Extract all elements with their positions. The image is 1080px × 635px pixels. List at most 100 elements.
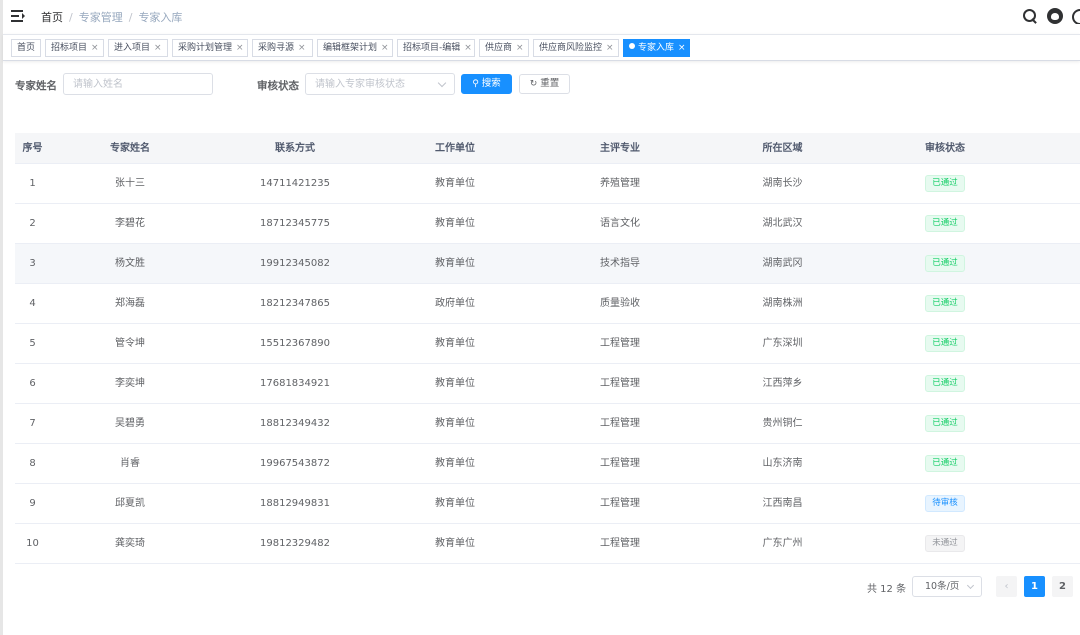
expert-name-cell: 杨文胜 [115, 258, 145, 269]
breadcrumb-home[interactable]: 首页 [41, 9, 63, 25]
hamburger-icon[interactable] [11, 10, 25, 22]
active-dot-icon [629, 43, 635, 49]
page-1-button[interactable]: 1 [1024, 576, 1045, 597]
breadcrumb: 首页 / 专家管理 / 专家入库 [41, 9, 182, 25]
close-icon[interactable]: × [516, 43, 524, 53]
tag-edit-framework-plan[interactable]: 编辑框架计划 × [317, 39, 393, 57]
region-cell: 江西南昌 [762, 498, 803, 509]
breadcrumb-expert-management[interactable]: 专家管理 [79, 9, 123, 25]
table-row[interactable]: 3 杨文胜 19912345082 教育单位 技术指导 湖南武冈 已通过 [15, 244, 1080, 284]
page-size-select[interactable]: 10条/页 [912, 576, 982, 597]
prev-page-button[interactable]: ‹ [996, 576, 1017, 597]
tag-supplier-risk[interactable]: 供应商风险监控 × [533, 39, 619, 57]
navbar: 首页 / 专家管理 / 专家入库 [3, 0, 1080, 34]
table-row[interactable]: 10 龚奕琦 19812329482 教育单位 工程管理 广东广州 未通过 [15, 524, 1080, 564]
col-header-name: 专家姓名 [110, 143, 150, 154]
expert-table: 序号 专家姓名 联系方式 工作单位 主评专业 所在区域 审核状态 1 张十三 147… [15, 133, 1080, 564]
expert-name-cell: 邱夏凯 [115, 498, 145, 509]
row-index-cell: 4 [29, 298, 36, 309]
close-icon[interactable]: × [154, 43, 162, 53]
row-index-cell: 10 [26, 538, 39, 549]
work-unit-cell: 教育单位 [435, 258, 475, 269]
status-cell: 已通过 [895, 164, 995, 204]
review-status-select[interactable] [305, 73, 455, 95]
tag-tender-project-edit[interactable]: 招标项目-编辑 × [397, 39, 475, 57]
status-badge: 待审核 [925, 494, 965, 512]
page-2-button[interactable]: 2 [1052, 576, 1073, 597]
table-body: 1 张十三 14711421235 教育单位 养殖管理 湖南长沙 已通过 2 李碧花 187123… [15, 164, 1080, 564]
tag-tender-project[interactable]: 招标项目 × [45, 39, 104, 57]
row-index-cell: 1 [29, 178, 36, 189]
major-cell: 工程管理 [600, 458, 640, 469]
breadcrumb-separator: / [128, 10, 133, 24]
table-row[interactable]: 1 张十三 14711421235 教育单位 养殖管理 湖南长沙 已通过 [15, 164, 1080, 204]
search-icon[interactable] [1022, 8, 1038, 24]
github-icon[interactable] [1047, 8, 1063, 24]
status-badge: 已通过 [925, 214, 965, 232]
table-row[interactable]: 4 郑海磊 18212347865 政府单位 质量验收 湖南株洲 已通过 [15, 284, 1080, 324]
phone-number-cell: 19967543872 [260, 458, 330, 469]
close-icon[interactable]: × [606, 43, 614, 53]
pagination: 共 12 条 10条/页 ‹ 1 2 [0, 576, 1080, 598]
table-header: 序号 专家姓名 联系方式 工作单位 主评专业 所在区域 审核状态 [15, 133, 1080, 164]
phone-number-cell: 15512367890 [260, 338, 330, 349]
region-cell: 广东深圳 [762, 338, 803, 349]
close-icon[interactable]: × [381, 43, 389, 53]
table-row[interactable]: 9 邱夏凯 18812949831 教育单位 工程管理 江西南昌 待审核 [15, 484, 1080, 524]
tag-expert-storage[interactable]: 专家入库 × [623, 39, 690, 57]
tag-procurement-plan[interactable]: 采购计划管理 × [172, 39, 248, 57]
table-row[interactable]: 8 肖睿 19967543872 教育单位 工程管理 山东济南 已通过 [15, 444, 1080, 484]
review-status-label: 审核状态 [257, 80, 299, 92]
close-icon[interactable]: × [91, 43, 99, 53]
row-index-cell: 3 [29, 258, 36, 269]
pagination-total: 共 12 条 [867, 584, 907, 595]
col-header-status: 审核状态 [925, 143, 965, 154]
tag-enter-project[interactable]: 进入项目 × [108, 39, 168, 57]
chevron-down-icon [966, 581, 975, 590]
status-cell: 已通过 [895, 444, 995, 484]
table-row[interactable]: 2 李碧花 18712345775 教育单位 语言文化 湖北武汉 已通过 [15, 204, 1080, 244]
table-row[interactable]: 5 管令坤 15512367890 教育单位 工程管理 广东深圳 已通过 [15, 324, 1080, 364]
expert-name-cell: 龚奕琦 [115, 538, 145, 549]
close-icon[interactable]: × [236, 43, 244, 53]
status-cell: 已通过 [895, 244, 995, 284]
major-cell: 语言文化 [600, 218, 640, 229]
phone-number-cell: 18812349432 [260, 418, 330, 429]
status-badge: 未通过 [925, 534, 965, 552]
search-button[interactable]: ⚲ 搜索 [461, 74, 512, 94]
status-cell: 已通过 [895, 404, 995, 444]
expert-name-cell: 李碧花 [115, 218, 145, 229]
status-cell: 已通过 [895, 324, 995, 364]
row-index-cell: 7 [29, 418, 36, 429]
work-unit-cell: 教育单位 [435, 338, 475, 349]
region-cell: 湖南长沙 [762, 178, 803, 189]
major-cell: 质量验收 [600, 298, 640, 309]
expert-name-label: 专家姓名 [15, 80, 57, 92]
expert-name-cell: 张十三 [115, 178, 145, 189]
major-cell: 工程管理 [600, 378, 640, 389]
col-header-major: 主评专业 [600, 143, 640, 154]
table-row[interactable]: 6 李奕坤 17681834921 教育单位 工程管理 江西萍乡 已通过 [15, 364, 1080, 404]
tag-supplier[interactable]: 供应商 × [479, 39, 529, 57]
reset-button[interactable]: ↻ 重置 [519, 74, 570, 94]
major-cell: 工程管理 [600, 338, 640, 349]
tags-view: 首页 招标项目 × 进入项目 × 采购计划管理 × 采购寻源 × 编辑框架计划 × 招标项… [3, 34, 1080, 61]
major-cell: 养殖管理 [600, 178, 640, 189]
close-icon[interactable]: × [678, 43, 686, 53]
expert-name-cell: 李奕坤 [115, 378, 145, 389]
close-icon[interactable]: × [298, 43, 306, 53]
tag-home[interactable]: 首页 [11, 39, 41, 57]
col-header-region: 所在区域 [762, 143, 803, 154]
phone-number-cell: 19812329482 [260, 538, 330, 549]
col-header-phone: 联系方式 [275, 143, 315, 154]
table-row[interactable]: 7 吴碧勇 18812349432 教育单位 工程管理 贵州铜仁 已通过 [15, 404, 1080, 444]
major-cell: 工程管理 [600, 418, 640, 429]
region-cell: 江西萍乡 [762, 378, 803, 389]
close-icon[interactable]: × [464, 43, 472, 53]
expert-name-input[interactable] [63, 73, 213, 95]
tag-procurement-sourcing[interactable]: 采购寻源 × [252, 39, 313, 57]
work-unit-cell: 教育单位 [435, 498, 475, 509]
help-icon[interactable] [1072, 8, 1080, 24]
major-cell: 技术指导 [600, 258, 640, 269]
status-badge: 已通过 [925, 334, 965, 352]
